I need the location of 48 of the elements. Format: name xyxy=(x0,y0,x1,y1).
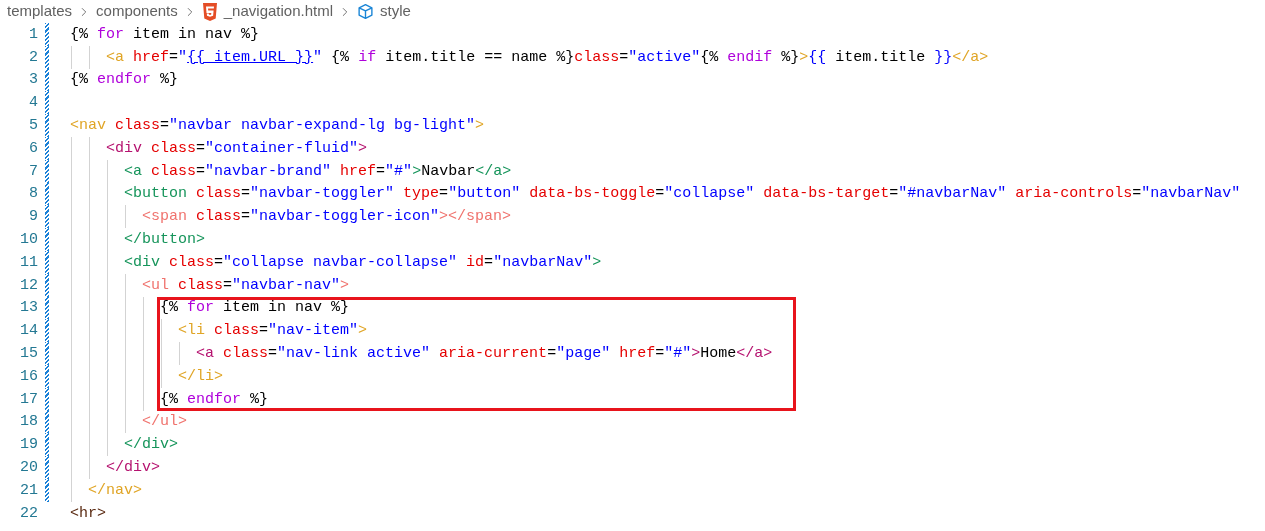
line-number: 3 xyxy=(28,72,38,88)
code-line: <a class="nav-link active" aria-current="page" href="#">Home</a> xyxy=(195,346,773,362)
breadcrumb-item[interactable]: components xyxy=(96,0,178,23)
line-number: 21 xyxy=(19,482,38,498)
code-line: {% for item in nav %} xyxy=(70,26,260,42)
breadcrumb-item[interactable]: _navigation.html xyxy=(223,0,333,23)
line-number: 17 xyxy=(19,391,38,407)
breadcrumb-item[interactable]: templates xyxy=(7,0,73,23)
line-number: 19 xyxy=(19,437,38,453)
code-line: </nav> xyxy=(87,482,142,498)
line-number: 5 xyxy=(28,118,38,134)
code-line: <hr> xyxy=(70,505,106,521)
line-number: 9 xyxy=(28,209,38,225)
code-line: </ul> xyxy=(141,414,188,430)
line-number: 11 xyxy=(19,254,38,270)
line-number: 20 xyxy=(19,460,38,476)
breadcrumb-item[interactable]: style xyxy=(380,0,411,23)
line-number: 8 xyxy=(28,186,38,202)
line-number: 12 xyxy=(19,277,38,293)
line-number: 16 xyxy=(19,368,38,384)
code-line: {% endfor %} xyxy=(70,72,179,88)
code-line: </div> xyxy=(123,437,179,453)
code-line: <ul class="navbar-nav"> xyxy=(141,277,350,293)
line-number: 18 xyxy=(19,414,38,430)
code-line: {% endfor %} xyxy=(159,391,269,407)
code-line: {% for item in nav %} xyxy=(159,300,350,316)
code-line: <nav class="navbar navbar-expand-lg bg-light"> xyxy=(70,118,485,134)
code-line: </li> xyxy=(177,368,224,384)
code-line: <div class="collapse navbar-collapse" id="navbarNav"> xyxy=(123,254,602,270)
line-number: 10 xyxy=(19,232,38,248)
line-number: 1 xyxy=(28,26,38,42)
cube-icon xyxy=(357,3,374,20)
code-line: </button> xyxy=(123,232,206,248)
code-line: <a class="navbar-brand" href="#">Navbar</a> xyxy=(123,163,512,179)
line-number: 4 xyxy=(28,95,38,111)
code-line: <button class="navbar-toggler" type="button" data-bs-toggle="collapse" data-bs-target="#navbarNav" aria-controls="navbarNav" xyxy=(123,186,1241,202)
code-line: <span class="navbar-toggler-icon"></span> xyxy=(141,209,512,225)
line-number: 6 xyxy=(28,140,38,156)
line-number: 13 xyxy=(19,300,38,316)
line-number: 14 xyxy=(19,323,38,339)
code-line: <li class="nav-item"> xyxy=(177,323,368,339)
code-line: </div> xyxy=(105,460,160,476)
line-number: 7 xyxy=(28,163,38,179)
line-number: 15 xyxy=(19,346,38,362)
code-line: <div class="container-fluid"> xyxy=(105,140,368,156)
line-number: 2 xyxy=(28,49,38,65)
code-line: <a href="{{ item.URL }}" {% if item.title == name %}class="active"{% endif %}>{{ item.title }}</a> xyxy=(105,49,989,65)
line-number: 22 xyxy=(19,505,38,521)
